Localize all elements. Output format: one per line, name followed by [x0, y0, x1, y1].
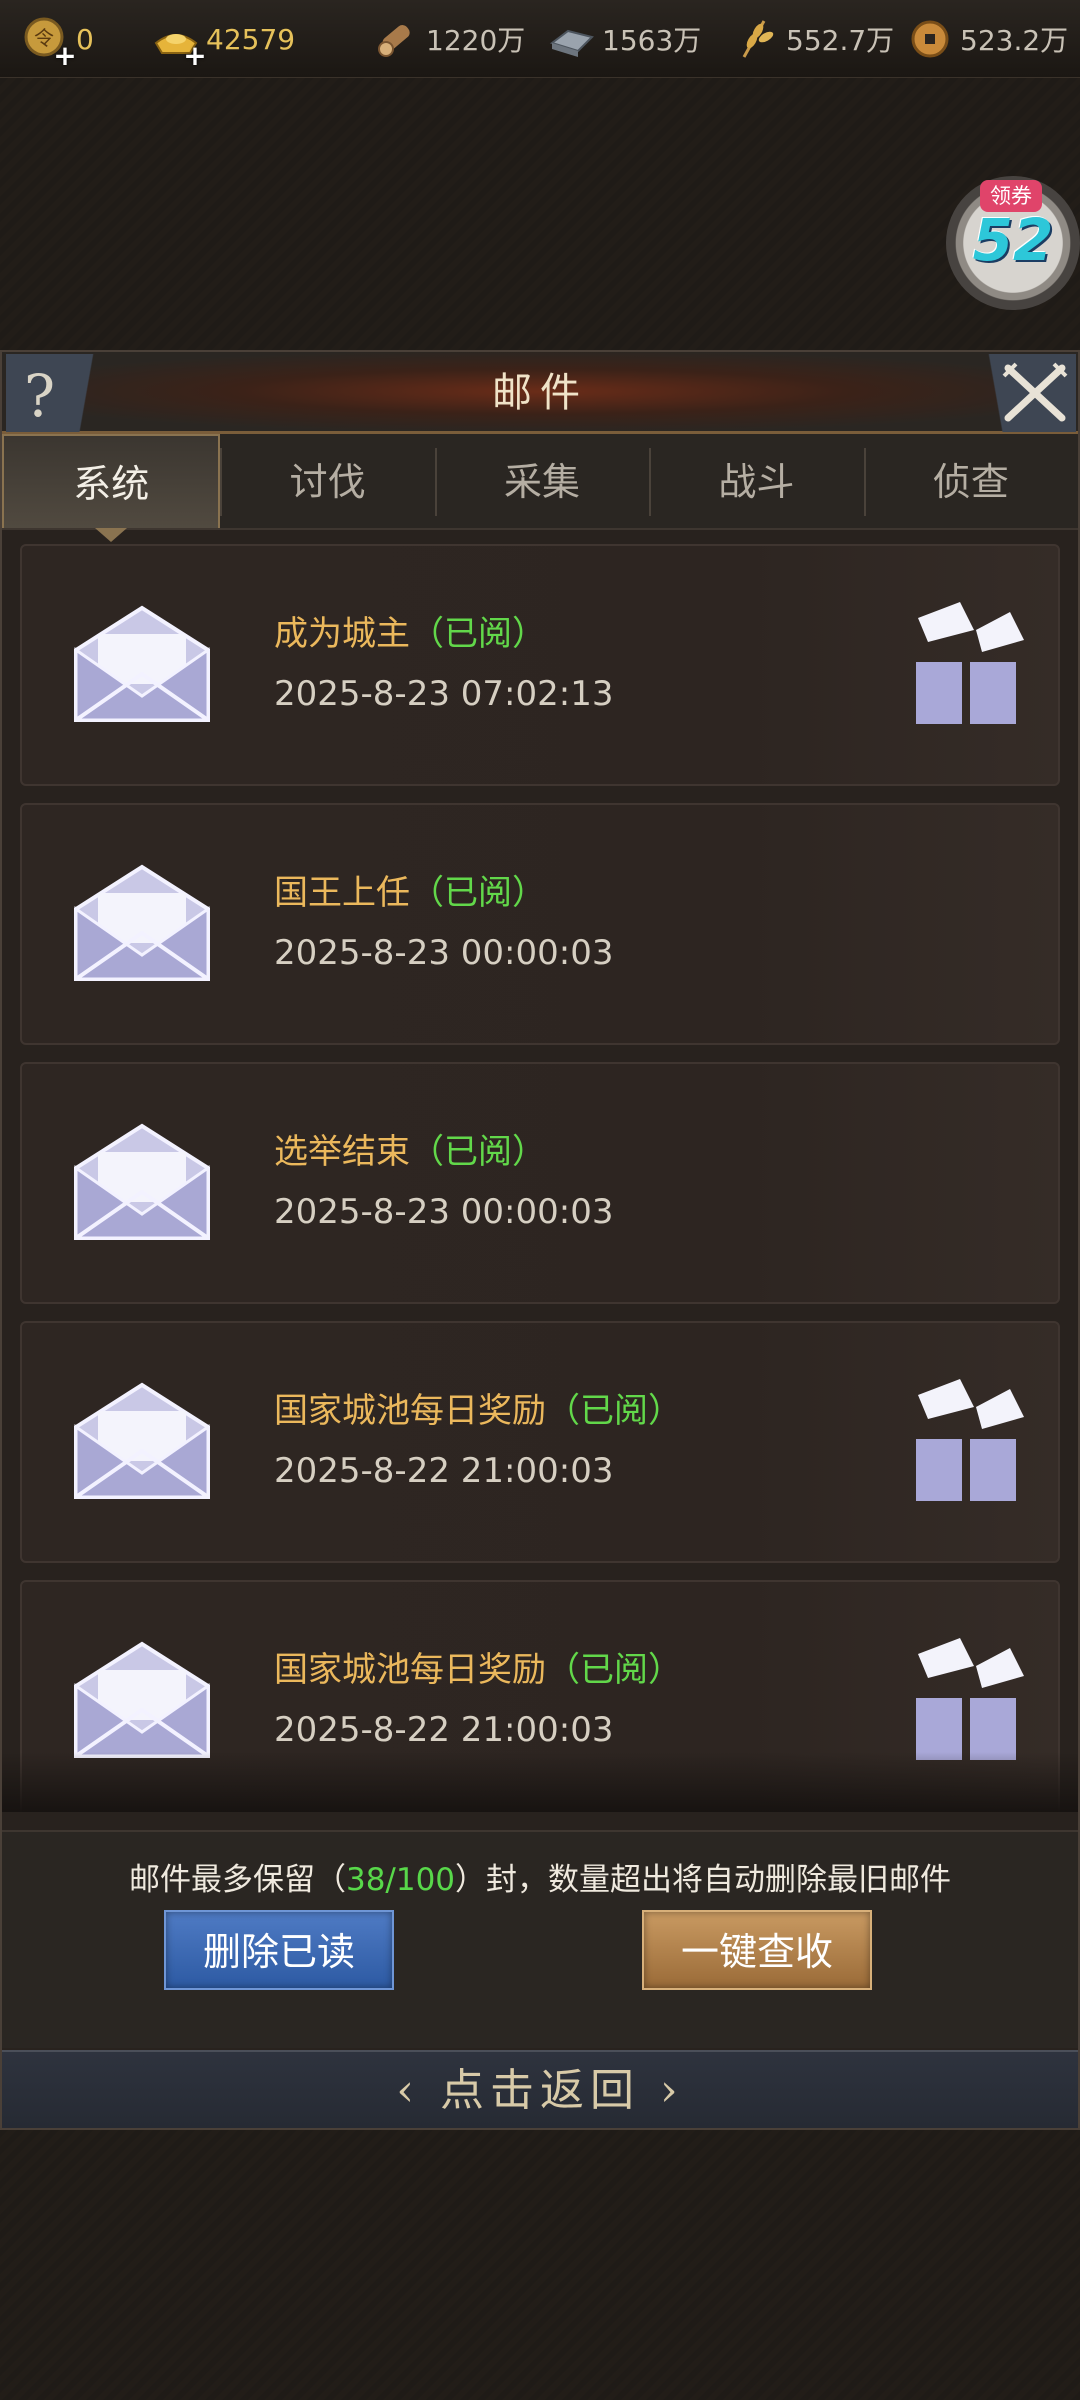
mail-limit-notice: 邮件最多保留（38/100）封，数量超出将自动删除最旧邮件 [128, 1862, 952, 1898]
panel-header: ? 邮件 [2, 352, 1078, 434]
copper-count: 523.2万 [960, 24, 1069, 57]
collect-all-button[interactable]: 一键查收 [642, 1910, 872, 1990]
background-upper [0, 78, 1080, 350]
gift-icon [910, 1636, 1030, 1770]
wood-count: 1220万 [426, 24, 526, 57]
tab-crusade[interactable]: 讨伐 [220, 434, 434, 528]
envelope-open-icon [72, 1122, 212, 1246]
read-status: （已阅） [546, 1391, 682, 1431]
mail-date: 2025-8-23 00:00:03 [274, 933, 614, 973]
mail-count: 38/100 [345, 1862, 456, 1898]
delete-read-button[interactable]: 删除已读 [164, 1910, 394, 1990]
background-lower [0, 2130, 1080, 2400]
coupon-number: 52 [972, 206, 1054, 274]
wood-icon [370, 13, 422, 65]
resource-wood: 1220万 [370, 0, 525, 78]
back-bar[interactable]: ‹ 点击返回 › [2, 2050, 1078, 2128]
mail-item[interactable]: 国王上任（已阅） 2025-8-23 00:00:03 [20, 803, 1060, 1045]
coupon-button[interactable]: 领券 52 [946, 176, 1080, 310]
tab-system[interactable]: 系统 [2, 434, 221, 542]
list-fade [2, 1752, 1078, 1812]
mail-item[interactable]: 国家城池每日奖励（已阅） 2025-8-22 21:00:03 [20, 1321, 1060, 1563]
mail-date: 2025-8-23 00:00:03 [274, 1192, 614, 1232]
mail-date: 2025-8-22 21:00:03 [274, 1710, 614, 1750]
resource-copper: 523.2万 [904, 0, 1068, 78]
close-icon [1002, 362, 1068, 422]
tab-battle[interactable]: 战斗 [649, 434, 863, 528]
envelope-open-icon [72, 1381, 212, 1505]
envelope-open-icon [72, 604, 212, 728]
back-button[interactable]: ‹ 点击返回 › [2, 2052, 1078, 2130]
mail-item[interactable]: 成为城主（已阅） 2025-8-23 07:02:13 [20, 544, 1060, 786]
mail-title: 国王上任（已阅） [274, 873, 546, 913]
resource-gold[interactable]: + 42579 [150, 0, 295, 78]
svg-text:令: 令 [34, 26, 54, 50]
resource-iron: 1563万 [546, 0, 701, 78]
mail-date: 2025-8-23 07:02:13 [274, 674, 614, 714]
iron-icon [546, 13, 598, 65]
close-button[interactable] [966, 354, 1076, 432]
gold-ingot-icon: + [150, 13, 207, 70]
read-status: （已阅） [410, 1132, 546, 1172]
read-status: （已阅） [546, 1650, 682, 1690]
gift-icon [910, 1377, 1030, 1511]
read-status: （已阅） [410, 873, 546, 913]
add-gold-icon[interactable]: + [182, 42, 208, 70]
mail-title: 国家城池每日奖励（已阅） [274, 1650, 682, 1690]
mail-item[interactable]: 选举结束（已阅） 2025-8-23 00:00:03 [20, 1062, 1060, 1304]
read-status: （已阅） [410, 614, 546, 654]
envelope-open-icon [72, 863, 212, 987]
resource-token[interactable]: 令 + 0 [20, 0, 94, 78]
grain-count: 552.7万 [786, 24, 895, 57]
resource-bar: 令 + 0 + 42579 1220万 1563万 552.7万 523.2万 [0, 0, 1080, 78]
add-token-icon[interactable]: + [52, 42, 78, 70]
token-icon: 令 + [20, 13, 77, 70]
mail-tabs: 系统 讨伐 采集 战斗 侦查 [2, 434, 1078, 542]
mail-panel: ? 邮件 系统 讨伐 采集 战斗 侦查 成为城主（已阅） 2025-8-23 0… [0, 350, 1080, 2130]
mail-footer: 邮件最多保留（38/100）封，数量超出将自动删除最旧邮件 删除已读 一键查收 [2, 1830, 1078, 2048]
mail-title: 国家城池每日奖励（已阅） [274, 1391, 682, 1431]
tab-scout[interactable]: 侦查 [863, 434, 1078, 528]
mail-title: 选举结束（已阅） [274, 1132, 546, 1172]
iron-count: 1563万 [602, 24, 702, 57]
panel-title: 邮件 [492, 370, 588, 416]
token-count: 0 [76, 22, 94, 56]
copper-coin-icon [904, 13, 956, 65]
mail-list[interactable]: 成为城主（已阅） 2025-8-23 07:02:13 国王上任（已阅） 202… [2, 532, 1078, 1812]
mail-date: 2025-8-22 21:00:03 [274, 1451, 614, 1491]
envelope-open-icon [72, 1640, 212, 1764]
tab-gather[interactable]: 采集 [434, 434, 649, 528]
gold-count: 42579 [206, 22, 296, 56]
resource-grain: 552.7万 [730, 0, 894, 78]
gift-icon [910, 600, 1030, 734]
grain-icon [730, 13, 782, 65]
mail-title: 成为城主（已阅） [274, 614, 546, 654]
